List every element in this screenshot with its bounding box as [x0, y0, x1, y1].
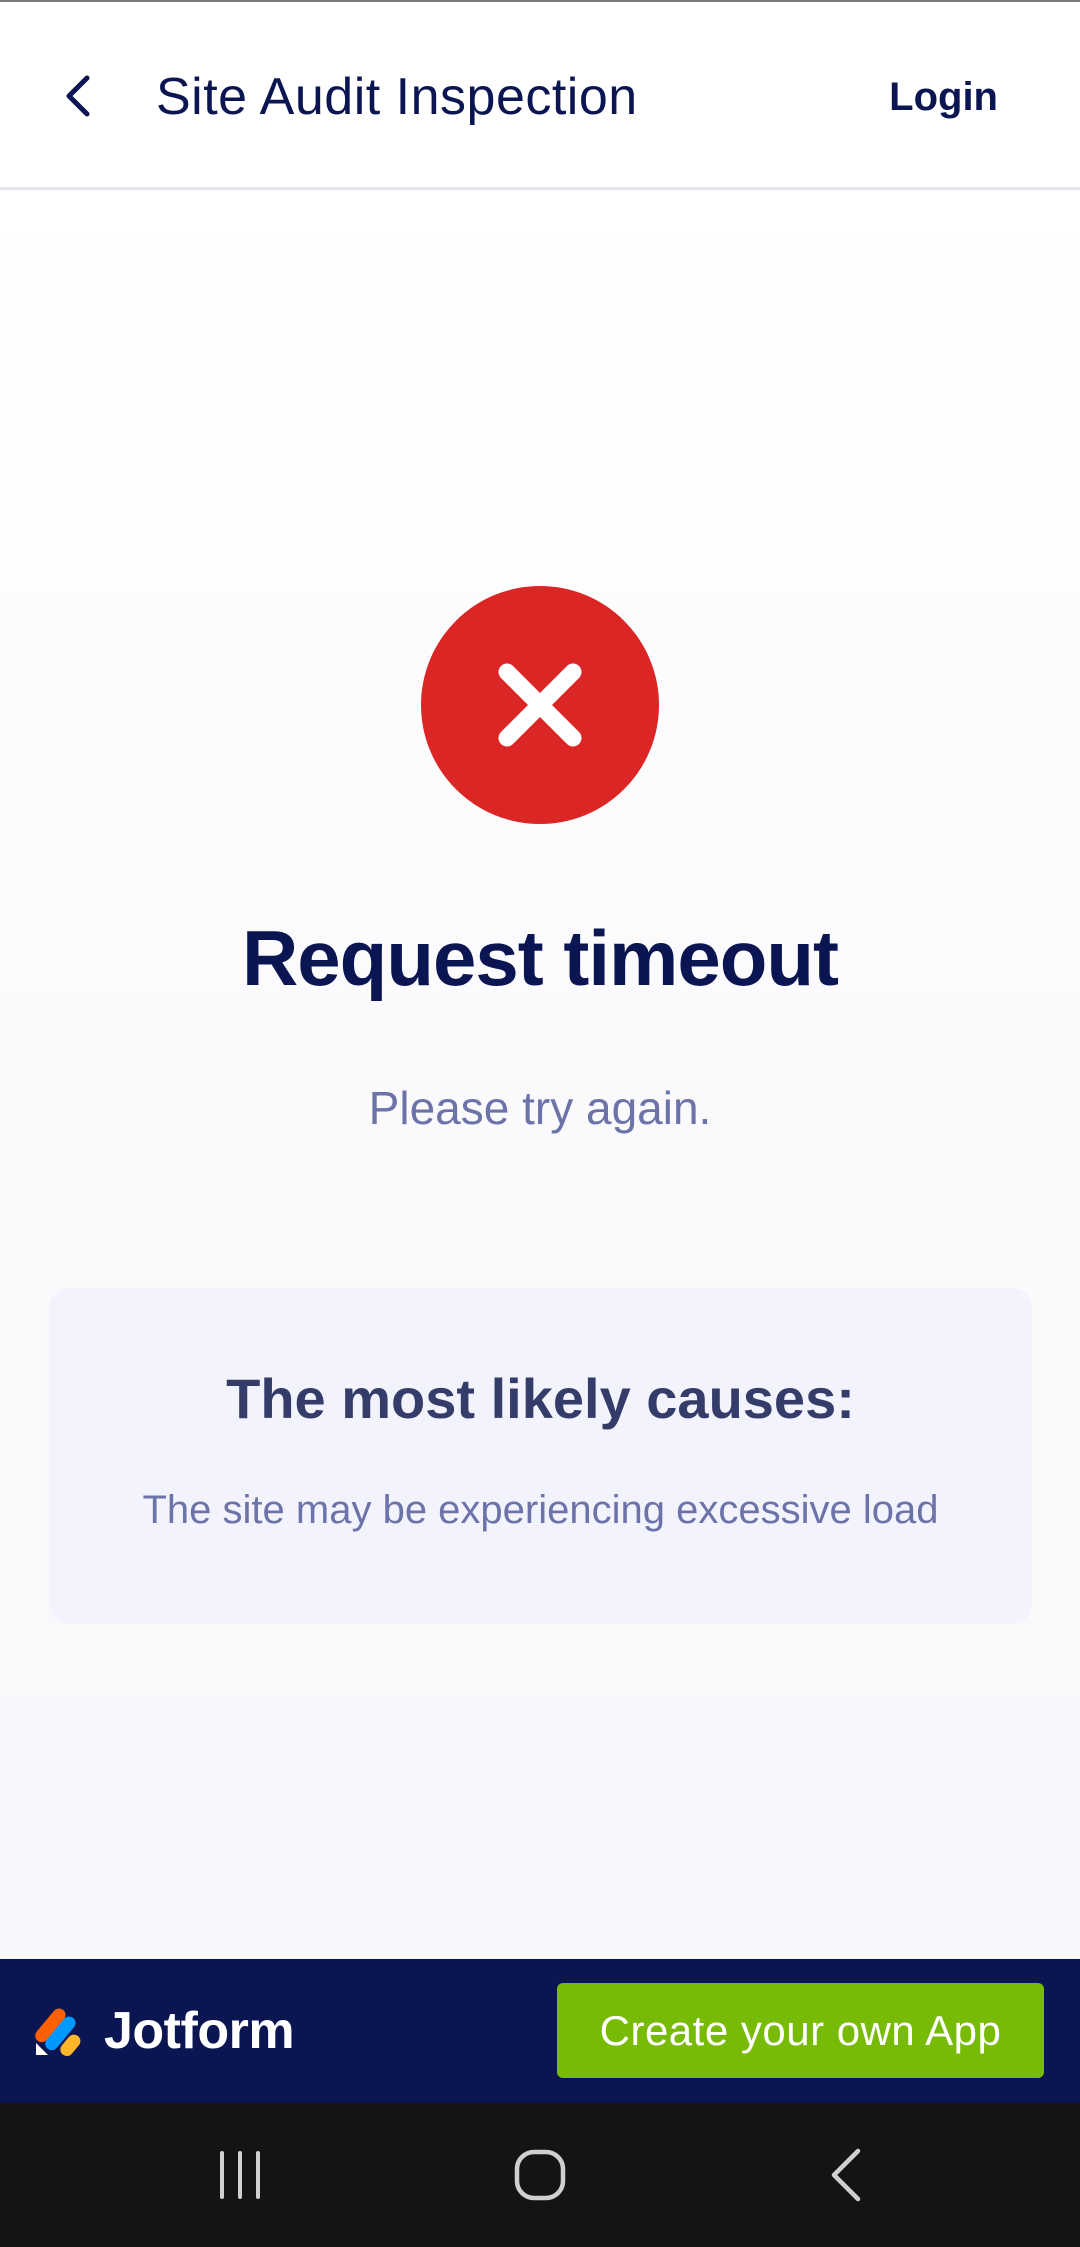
- home-button[interactable]: [480, 2137, 600, 2213]
- system-back-button[interactable]: [786, 2137, 906, 2213]
- home-icon: [514, 2149, 566, 2201]
- system-nav-bar: [0, 2103, 1080, 2247]
- brand-name: Jotform: [104, 2002, 295, 2060]
- recent-apps-icon: [220, 2151, 260, 2199]
- error-content: Request timeout Please try again. The mo…: [0, 193, 1080, 1959]
- page-title: Site Audit Inspection: [156, 68, 638, 126]
- recent-apps-button[interactable]: [180, 2137, 300, 2213]
- create-app-button[interactable]: Create your own App: [557, 1983, 1044, 2078]
- error-subtitle: Please try again.: [368, 1082, 712, 1134]
- error-badge: [421, 586, 659, 824]
- causes-title: The most likely causes:: [226, 1367, 855, 1430]
- back-icon: [831, 2148, 861, 2202]
- close-icon: [498, 663, 582, 747]
- error-title: Request timeout: [241, 914, 839, 1002]
- jotform-footer: Jotform Create your own App: [0, 1959, 1080, 2103]
- cause-item: The site may be experiencing excessive l…: [142, 1488, 939, 1532]
- chevron-left-icon: [66, 75, 90, 117]
- app-header: Site Audit Inspection Login: [0, 2, 1080, 190]
- login-button[interactable]: Login: [889, 64, 998, 130]
- jotform-brand[interactable]: Jotform: [34, 1999, 295, 2063]
- jotform-logo-icon: [35, 2008, 81, 2057]
- causes-panel: The most likely causes: The site may be …: [49, 1288, 1032, 1624]
- back-button[interactable]: [48, 60, 108, 132]
